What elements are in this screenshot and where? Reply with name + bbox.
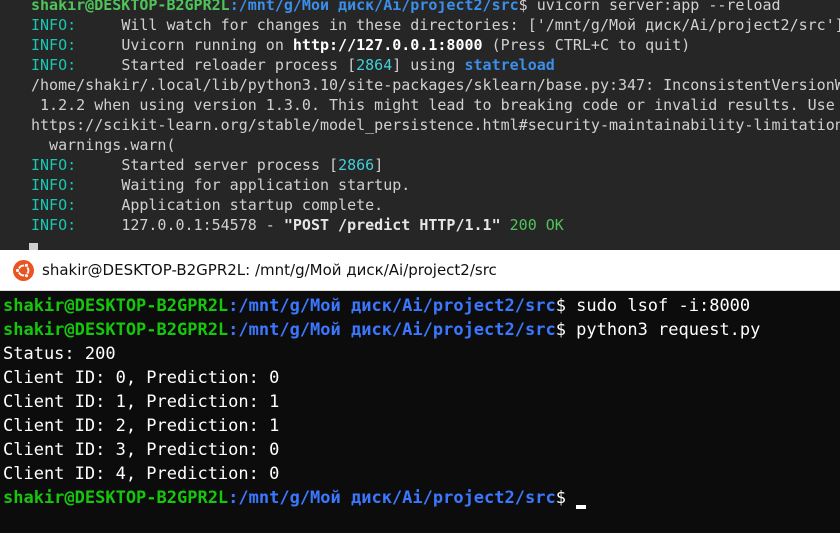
terminal-output-line: Client ID: 3, Prediction: 0 [3,440,280,460]
text-cursor [575,505,586,509]
terminal-line: INFO: Will watch for changes in these di… [31,16,840,34]
terminal-output-line: Client ID: 1, Prediction: 1 [3,392,280,412]
terminal-line: INFO: Started reloader process [2864] us… [31,56,555,74]
ubuntu-logo-icon [13,260,34,281]
terminal-line: shakir@DESKTOP-B2GPR2L:/mnt/g/Мой диск/A… [31,0,781,14]
terminal-input-line[interactable]: shakir@DESKTOP-B2GPR2L:/mnt/g/Мой диск/A… [3,486,586,510]
background-terminal[interactable]: shakir@DESKTOP-B2GPR2L:/mnt/g/Мой диск/A… [0,0,840,250]
window-title: shakir@DESKTOP-B2GPR2L: /mnt/g/Мой диск/… [42,261,497,279]
window-titlebar[interactable]: shakir@DESKTOP-B2GPR2L: /mnt/g/Мой диск/… [0,250,840,291]
terminal-line: https://scikit-learn.org/stable/model_pe… [31,116,840,134]
terminal-line: 1.2.2 when using version 1.3.0. This mig… [31,96,840,114]
terminal-line: INFO: 127.0.0.1:54578 - "POST /predict H… [31,216,564,234]
terminal-prompt-line: shakir@DESKTOP-B2GPR2L:/mnt/g/Мой диск/A… [3,320,761,340]
terminal-output-line: Client ID: 0, Prediction: 0 [3,368,280,388]
terminal-output-line: Client ID: 4, Prediction: 0 [3,464,280,484]
terminal-line: INFO: Uvicorn running on http://127.0.0.… [31,36,691,54]
terminal-line: INFO: Started server process [2866] [31,156,384,174]
terminal-line: INFO: Application startup complete. [31,196,384,214]
terminal-prompt-line: shakir@DESKTOP-B2GPR2L:/mnt/g/Мой диск/A… [3,296,751,316]
terminal-output-line: Status: 200 [3,344,116,364]
terminal-line: warnings.warn( [31,136,176,154]
cursor-fragment [29,243,38,250]
terminal-line: /home/shakir/.local/lib/python3.10/site-… [31,76,840,94]
terminal-line: INFO: Waiting for application startup. [31,176,411,194]
terminal-output-line: Client ID: 2, Prediction: 1 [3,416,280,436]
foreground-terminal-window[interactable]: shakir@DESKTOP-B2GPR2L: /mnt/g/Мой диск/… [0,250,840,533]
